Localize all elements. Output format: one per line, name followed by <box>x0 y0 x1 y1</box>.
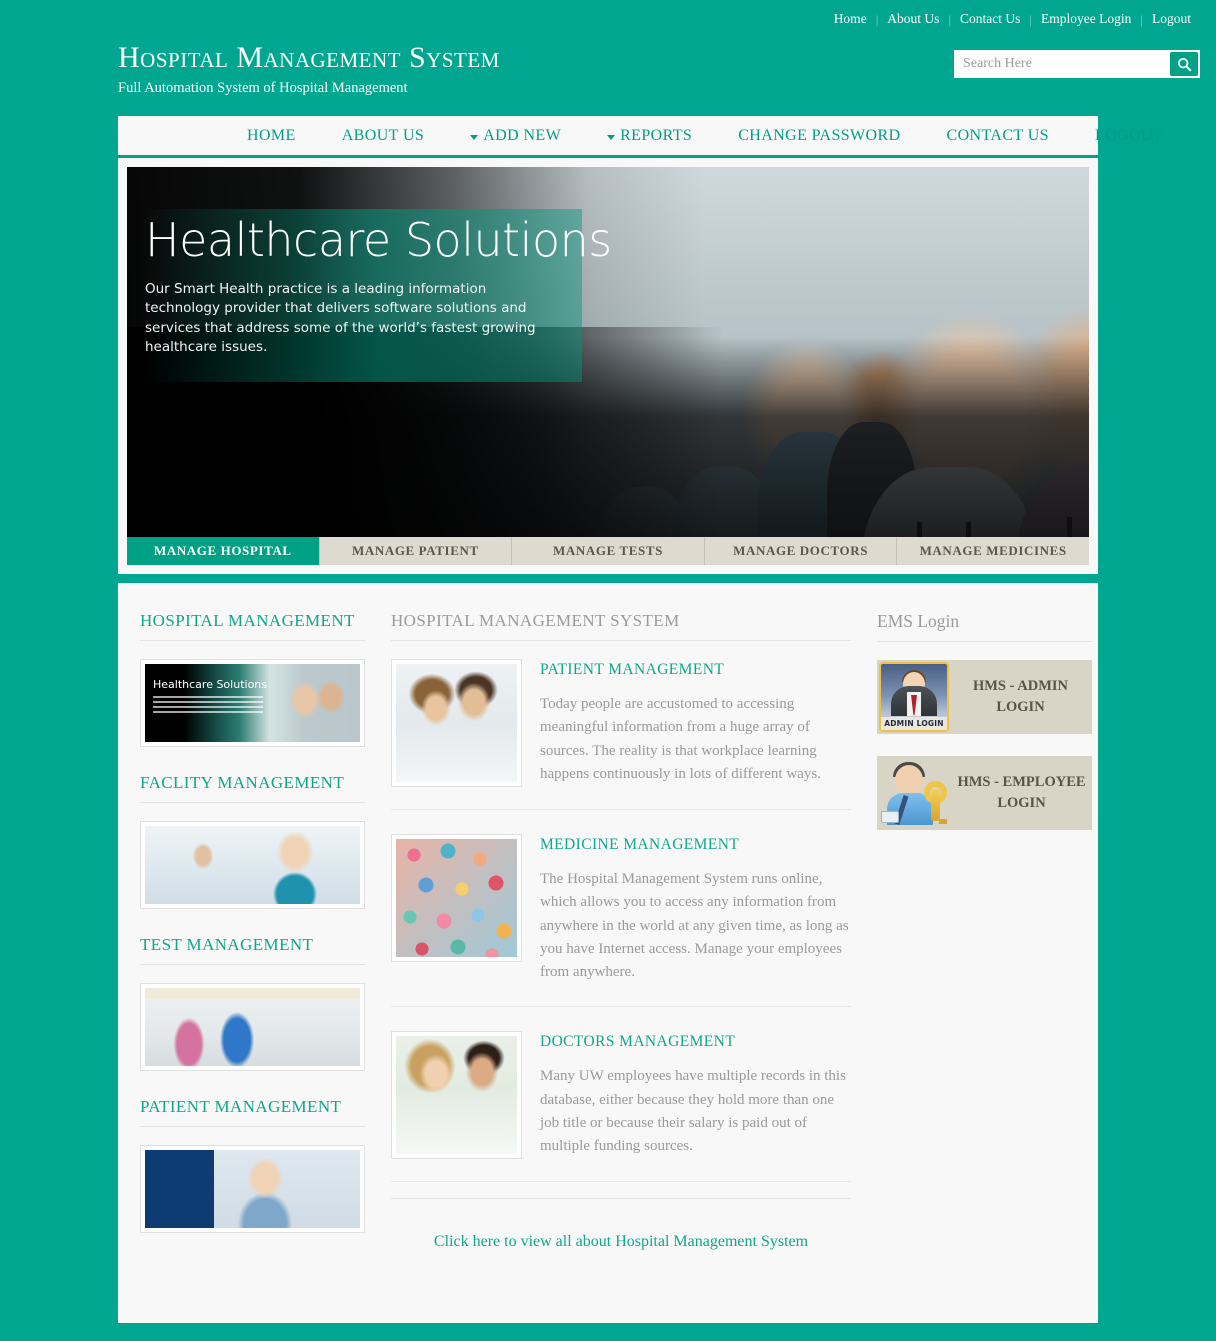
article-text: The Hospital Management System runs onli… <box>540 871 849 980</box>
site-header: Hospital Management System Full Automati… <box>0 38 1216 116</box>
article-text: Today people are accustomed to accessing… <box>540 696 821 782</box>
topnav-link-about-us[interactable]: About Us <box>878 11 948 27</box>
sidebar-heading-patient-management: PATIENT MANAGEMENT <box>140 1097 342 1116</box>
menu-item-label: HOME <box>247 126 296 144</box>
article-body: PATIENT MANAGEMENT Today people are accu… <box>540 659 851 787</box>
menu-item-logout[interactable]: LOGOUT <box>1072 127 1186 145</box>
site-tagline: Full Automation System of Hospital Manag… <box>118 80 408 96</box>
view-all-link[interactable]: Click here to view all about Hospital Ma… <box>391 1233 851 1251</box>
hero-subtitle: Our Smart Health practice is a leading i… <box>145 280 536 356</box>
divider <box>140 1126 365 1127</box>
colorful-pills-image <box>396 839 517 957</box>
sidebar: HOSPITAL MANAGEMENT FACLITY MANAGEMENT T… <box>140 611 365 1273</box>
menu-item-reports[interactable]: REPORTS <box>584 127 715 145</box>
hms-admin-login-card[interactable]: ADMIN LOGIN HMS - ADMIN LOGIN <box>877 660 1092 734</box>
nurse-treating-patient-image <box>145 1150 360 1228</box>
tab-manage-patient[interactable]: MANAGE PATIENT <box>319 537 513 565</box>
main-menu: HOME ABOUT US ADD NEW REPORTS CHANGE PAS… <box>118 116 1163 158</box>
divider <box>140 964 365 965</box>
ems-login-heading: EMS Login <box>877 611 960 631</box>
chevron-down-icon <box>607 134 616 140</box>
topnav-link-home[interactable]: Home <box>825 11 876 27</box>
menu-item-change-password[interactable]: CHANGE PASSWORD <box>715 127 923 145</box>
article-body: MEDICINE MANAGEMENT The Hospital Managem… <box>540 834 851 984</box>
hero-banner-container: Healthcare Solutions Our Smart Health pr… <box>118 158 1098 537</box>
employee-key-icon <box>879 759 951 827</box>
menu-item-contact-us[interactable]: CONTACT US <box>924 127 1072 145</box>
menu-item-label: ABOUT US <box>341 126 425 144</box>
article-patient-management: PATIENT MANAGEMENT Today people are accu… <box>391 659 851 810</box>
sidebar-heading-hospital-management: HOSPITAL MANAGEMENT <box>140 611 355 630</box>
topnav-link-logout[interactable]: Logout <box>1143 11 1200 27</box>
search-form <box>954 50 1200 78</box>
hms-employee-login-label: HMS - EMPLOYEE LOGIN <box>957 773 1086 811</box>
site-title: Hospital Management System <box>118 41 500 74</box>
right-panel: EMS Login ADMIN LOGIN HMS - ADMIN LOGIN … <box>877 611 1092 1273</box>
healthcare-solutions-banner-image <box>145 664 360 742</box>
menu-item-label: LOGOUT <box>1094 126 1164 144</box>
search-icon <box>1170 52 1198 76</box>
sidebar-thumb-faclity-management[interactable] <box>140 821 365 909</box>
content-body: HOSPITAL MANAGEMENT FACLITY MANAGEMENT T… <box>118 583 1098 1323</box>
hero-title: Healthcare Solutions <box>145 213 612 267</box>
sidebar-heading-faclity-management: FACLITY MANAGEMENT <box>140 773 345 792</box>
article-title[interactable]: PATIENT MANAGEMENT <box>540 661 851 679</box>
topnav-link-employee-login[interactable]: Employee Login <box>1032 11 1140 27</box>
menu-item-label: REPORTS <box>620 126 693 144</box>
menu-item-label: CHANGE PASSWORD <box>738 126 901 144</box>
sidebar-thumb-test-management[interactable] <box>140 983 365 1071</box>
sidebar-thumb-patient-management[interactable] <box>140 1145 365 1233</box>
search-input[interactable] <box>954 50 1168 78</box>
menu-item-about-us[interactable]: ABOUT US <box>319 127 447 145</box>
sidebar-thumb-hospital-management[interactable] <box>140 659 365 747</box>
tab-manage-tests[interactable]: MANAGE TESTS <box>512 537 705 565</box>
article-title[interactable]: DOCTORS MANAGEMENT <box>540 1033 851 1051</box>
divider <box>877 641 1092 642</box>
manage-tabs: MANAGE HOSPITAL MANAGE PATIENT MANAGE TE… <box>118 537 1098 574</box>
search-button[interactable] <box>1168 50 1200 78</box>
page-shell: HOME ABOUT US ADD NEW REPORTS CHANGE PAS… <box>118 116 1163 1323</box>
menu-item-label: CONTACT US <box>946 126 1049 144</box>
tab-manage-doctors[interactable]: MANAGE DOCTORS <box>704 537 898 565</box>
divider <box>391 640 851 641</box>
topnav-link-contact-us[interactable]: Contact Us <box>951 11 1029 27</box>
hero-banner: Healthcare Solutions Our Smart Health pr… <box>127 167 1089 537</box>
main-heading: HOSPITAL MANAGEMENT SYSTEM <box>391 611 680 630</box>
article-thumbnail[interactable] <box>391 834 522 962</box>
hero-copy: Healthcare Solutions Our Smart Health pr… <box>127 209 612 382</box>
admin-login-icon: ADMIN LOGIN <box>879 662 949 732</box>
two-doctors-image <box>396 1036 517 1155</box>
menu-item-add-new[interactable]: ADD NEW <box>447 127 584 145</box>
hms-employee-login-card[interactable]: HMS - EMPLOYEE LOGIN <box>877 756 1092 830</box>
divider <box>140 802 365 803</box>
main-content: HOSPITAL MANAGEMENT SYSTEM PATIENT MANAG… <box>391 611 851 1273</box>
top-utility-bar: Home | About Us | Contact Us | Employee … <box>0 0 1216 38</box>
tab-manage-medicines[interactable]: MANAGE MEDICINES <box>897 537 1089 565</box>
tab-manage-hospital[interactable]: MANAGE HOSPITAL <box>127 537 320 565</box>
menu-item-home[interactable]: HOME <box>224 127 319 145</box>
sidebar-heading-test-management: TEST MANAGEMENT <box>140 935 314 954</box>
article-body: DOCTORS MANAGEMENT Many UW employees hav… <box>540 1031 851 1159</box>
doctor-with-patient-image <box>396 664 517 782</box>
article-thumbnail[interactable] <box>391 1031 522 1160</box>
article-thumbnail[interactable] <box>391 659 522 787</box>
hms-admin-login-label: HMS - ADMIN LOGIN <box>972 677 1069 715</box>
article-title[interactable]: MEDICINE MANAGEMENT <box>540 836 851 854</box>
operating-theatre-image <box>145 988 360 1066</box>
nurse-with-patient-image <box>145 826 360 904</box>
chevron-down-icon <box>470 134 479 140</box>
article-doctors-management: DOCTORS MANAGEMENT Many UW employees hav… <box>391 1031 851 1183</box>
divider <box>140 640 365 641</box>
article-medicine-management: MEDICINE MANAGEMENT The Hospital Managem… <box>391 834 851 1008</box>
admin-login-icon-caption: ADMIN LOGIN <box>881 717 947 730</box>
menu-item-label: ADD NEW <box>483 126 562 144</box>
brand: Hospital Management System Full Automati… <box>118 38 500 97</box>
article-text: Many UW employees have multiple records … <box>540 1068 846 1154</box>
divider <box>391 1198 851 1200</box>
